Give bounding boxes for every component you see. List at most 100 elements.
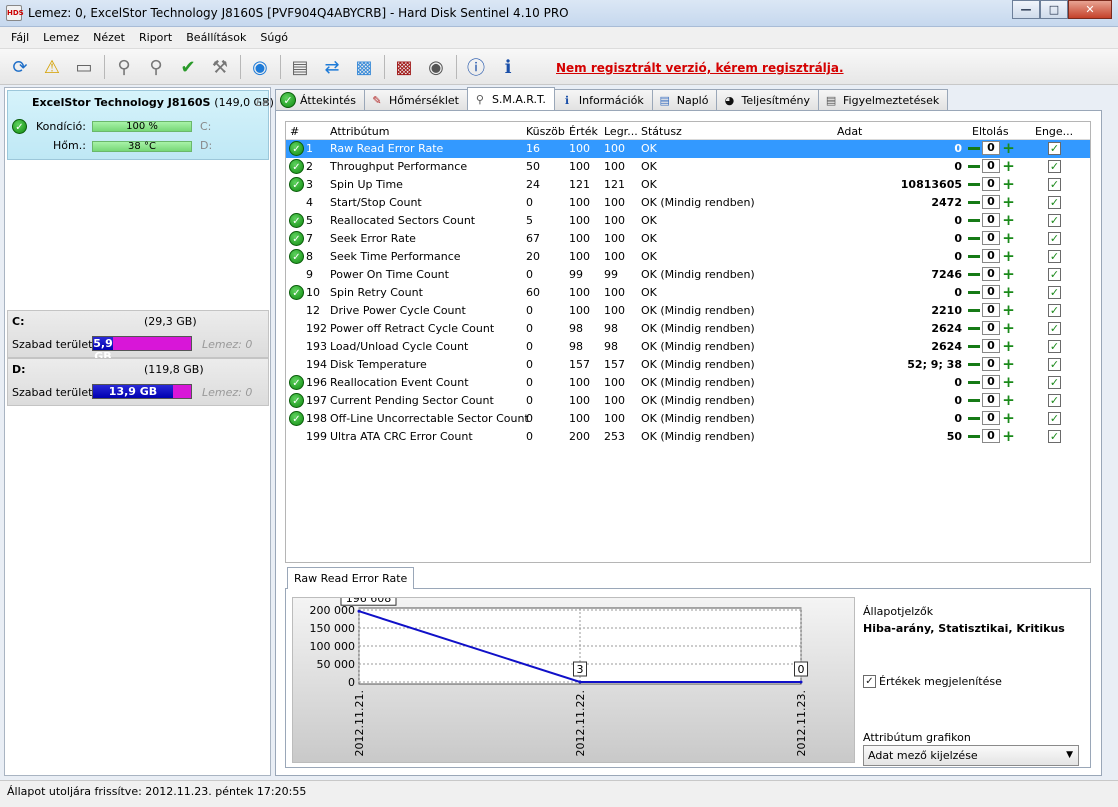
offset-value[interactable]: 0 [982, 411, 1000, 425]
col-value[interactable]: Érték [569, 125, 598, 138]
attribute-graph-select[interactable]: Adat mező kijelzése ▼ [863, 745, 1079, 766]
offset-value[interactable]: 0 [982, 195, 1000, 209]
plus-icon[interactable]: + [1001, 391, 1016, 409]
enabled-checkbox[interactable]: ✓ [1048, 322, 1061, 335]
tab-temperature[interactable]: ✎ Hőmérséklet [363, 89, 468, 110]
offset-value[interactable]: 0 [982, 141, 1000, 155]
enabled-checkbox[interactable]: ✓ [1048, 268, 1061, 281]
table-row[interactable]: 192 Power off Retract Cycle Count 0 98 98 OK … [286, 319, 1090, 338]
plus-icon[interactable]: + [1001, 229, 1016, 247]
col-id[interactable]: # [290, 125, 299, 138]
help-icon[interactable]: ⓘ [462, 53, 490, 81]
minus-icon[interactable] [966, 231, 981, 245]
col-threshold[interactable]: Küszöb [526, 125, 565, 138]
minus-icon[interactable] [966, 303, 981, 317]
col-status[interactable]: Státusz [641, 125, 682, 138]
table-row[interactable]: 193 Load/Unload Cycle Count 0 98 98 OK (Mindi… [286, 337, 1090, 356]
menu-file[interactable]: Fájl [4, 31, 36, 44]
tab-information[interactable]: ℹ Információk [553, 89, 653, 110]
table-row[interactable]: 12 Drive Power Cycle Count 0 100 100 OK (Mind… [286, 301, 1090, 320]
enabled-checkbox[interactable]: ✓ [1048, 250, 1061, 263]
menu-report[interactable]: Riport [132, 31, 179, 44]
offset-value[interactable]: 0 [982, 303, 1000, 317]
menu-help[interactable]: Súgó [253, 31, 295, 44]
plus-icon[interactable]: + [1001, 139, 1016, 157]
offset-value[interactable]: 0 [982, 159, 1000, 173]
plus-icon[interactable]: + [1001, 409, 1016, 427]
col-worst[interactable]: Legr... [604, 125, 638, 138]
table-row[interactable]: ✓ 1 Raw Read Error Rate 16 100 100 OK 0 0 + ✓ [286, 139, 1090, 158]
minus-icon[interactable] [966, 285, 981, 299]
table-row[interactable]: ✓ 7 Seek Error Rate 67 100 100 OK 0 0 + ✓ [286, 229, 1090, 248]
graph-tab[interactable]: Raw Read Error Rate [287, 567, 415, 589]
minus-icon[interactable] [966, 375, 981, 389]
plus-icon[interactable]: + [1001, 247, 1016, 265]
enabled-checkbox[interactable]: ✓ [1048, 430, 1061, 443]
table-row[interactable]: ✓ 3 Spin Up Time 24 121 121 OK 10813605 0 + ✓ [286, 175, 1090, 194]
info-icon[interactable]: ℹ [494, 53, 522, 81]
plus-icon[interactable]: + [1001, 319, 1016, 337]
plus-icon[interactable]: + [1001, 283, 1016, 301]
offset-value[interactable]: 0 [982, 213, 1000, 227]
plus-icon[interactable]: + [1001, 175, 1016, 193]
offset-value[interactable]: 0 [982, 339, 1000, 353]
close-button[interactable]: ✕ [1068, 0, 1112, 19]
tab-overview[interactable]: ✓ Áttekintés [275, 89, 365, 110]
tab-performance[interactable]: ◕ Teljesítmény [716, 89, 820, 110]
disk-surface-icon[interactable]: ⚲ [142, 53, 170, 81]
minus-icon[interactable] [966, 141, 981, 155]
report-icon[interactable]: ▤ [286, 53, 314, 81]
table-row[interactable]: 194 Disk Temperature 0 157 157 OK (Mindig ren… [286, 355, 1090, 374]
table-row[interactable]: ✓ 2 Throughput Performance 50 100 100 OK 0 0 + ✓ [286, 157, 1090, 176]
plus-icon[interactable]: + [1001, 193, 1016, 211]
minus-icon[interactable] [966, 159, 981, 173]
offset-value[interactable]: 0 [982, 267, 1000, 281]
plus-icon[interactable]: + [1001, 157, 1016, 175]
minus-icon[interactable] [966, 213, 981, 227]
checkbox-box[interactable]: ✓ [863, 675, 876, 688]
disk-icon[interactable]: ▭ [70, 53, 98, 81]
offset-value[interactable]: 0 [982, 357, 1000, 371]
enabled-checkbox[interactable]: ✓ [1048, 196, 1061, 209]
table-row[interactable]: ✓ 8 Seek Time Performance 20 100 100 OK 0 0 + ✓ [286, 247, 1090, 266]
table-row[interactable]: ✓ 196 Reallocation Event Count 0 100 100 OK (M… [286, 373, 1090, 392]
tab-smart[interactable]: ⚲ S.M.A.R.T. [466, 87, 555, 110]
enabled-checkbox[interactable]: ✓ [1048, 358, 1061, 371]
table-row[interactable]: ✓ 5 Reallocated Sectors Count 5 100 100 OK 0 0 + ✓ [286, 211, 1090, 230]
offset-value[interactable]: 0 [982, 393, 1000, 407]
plus-icon[interactable]: + [1001, 211, 1016, 229]
enabled-checkbox[interactable]: ✓ [1048, 178, 1061, 191]
table-row[interactable]: 4 Start/Stop Count 0 100 100 OK (Mindig rendb… [286, 193, 1090, 212]
col-enabled[interactable]: Enge... [1035, 125, 1073, 138]
plus-icon[interactable]: + [1001, 337, 1016, 355]
col-attribute[interactable]: Attribútum [330, 125, 390, 138]
enabled-checkbox[interactable]: ✓ [1048, 142, 1061, 155]
table-row[interactable]: 9 Power On Time Count 0 99 99 OK (Mindig rend… [286, 265, 1090, 284]
enabled-checkbox[interactable]: ✓ [1048, 394, 1061, 407]
show-values-checkbox[interactable]: ✓ Értékek megjelenítése [863, 675, 1002, 688]
offset-value[interactable]: 0 [982, 249, 1000, 263]
volume-c[interactable]: C: (29,3 GB) Szabad terület 5,9 GB Lemez… [7, 310, 269, 363]
minus-icon[interactable] [966, 411, 981, 425]
minus-icon[interactable] [966, 357, 981, 371]
minus-icon[interactable] [966, 195, 981, 209]
sync-icon[interactable]: ⇄ [318, 53, 346, 81]
menu-disk[interactable]: Lemez [36, 31, 86, 44]
minus-icon[interactable] [966, 339, 981, 353]
volume-d[interactable]: D: (119,8 GB) Szabad terület 13,9 GB Lem… [7, 358, 269, 406]
warning-icon[interactable]: ⚠ [38, 53, 66, 81]
offset-value[interactable]: 0 [982, 177, 1000, 191]
enabled-checkbox[interactable]: ✓ [1048, 286, 1061, 299]
enabled-checkbox[interactable]: ✓ [1048, 304, 1061, 317]
enabled-checkbox[interactable]: ✓ [1048, 160, 1061, 173]
tab-alerts[interactable]: ▤ Figyelmeztetések [818, 89, 949, 110]
plus-icon[interactable]: + [1001, 373, 1016, 391]
minus-icon[interactable] [966, 267, 981, 281]
maximize-button[interactable]: □ [1040, 0, 1068, 19]
col-offset[interactable]: Eltolás [972, 125, 1009, 138]
menu-view[interactable]: Nézet [86, 31, 132, 44]
enabled-checkbox[interactable]: ✓ [1048, 232, 1061, 245]
table-row[interactable]: ✓ 198 Off-Line Uncorrectable Sector Count 0… [286, 409, 1090, 428]
offset-value[interactable]: 0 [982, 321, 1000, 335]
monitor-icon[interactable]: ▩ [390, 53, 418, 81]
